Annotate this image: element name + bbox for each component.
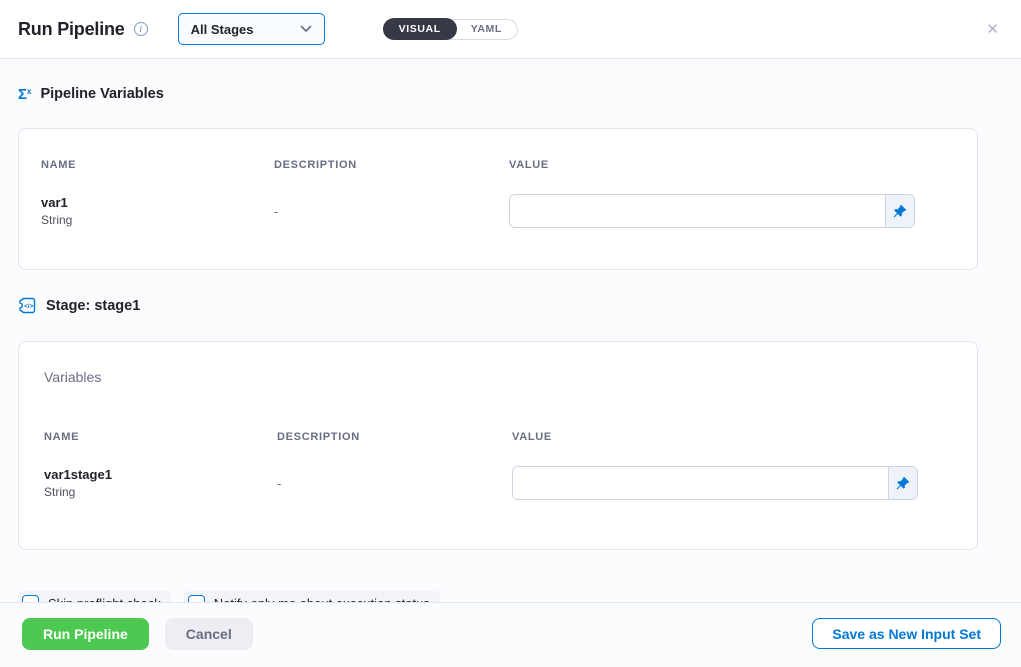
run-pipeline-button[interactable]: Run Pipeline — [22, 618, 149, 650]
table-row: var1 String - — [41, 194, 955, 228]
table-header: NAME DESCRIPTION VALUE — [41, 159, 955, 171]
column-header-name: NAME — [41, 159, 274, 171]
info-icon[interactable]: i — [134, 22, 148, 36]
notify-me-checkbox[interactable]: Notify only me about execution status — [184, 591, 440, 602]
variable-value-input[interactable] — [510, 195, 885, 227]
dialog-footer: Run Pipeline Cancel Save as New Input Se… — [0, 602, 1021, 667]
page-title: Run Pipeline — [18, 19, 125, 40]
cancel-button[interactable]: Cancel — [165, 618, 253, 650]
variable-description: - — [274, 204, 509, 219]
checkbox-icon[interactable] — [188, 595, 205, 602]
save-as-new-input-set-button[interactable]: Save as New Input Set — [812, 618, 1001, 649]
dialog-header: Run Pipeline i All Stages VISUAL YAML ✕ — [0, 0, 1021, 59]
custom-stage-icon: </> — [18, 297, 37, 314]
variable-value-group — [509, 194, 915, 228]
stage-variables-card: Variables NAME DESCRIPTION VALUE var1sta… — [18, 341, 978, 550]
pipeline-variables-title: Pipeline Variables — [40, 86, 163, 102]
skip-preflight-checkbox[interactable]: Skip preflight check — [18, 591, 171, 602]
pushpin-icon — [893, 204, 907, 218]
table-row: var1stage1 String - — [44, 466, 955, 500]
variable-type: String — [44, 485, 277, 499]
variable-value-group — [512, 466, 918, 500]
stage-heading: </> Stage: stage1 — [18, 297, 1021, 314]
sigma-variables-icon: Σx — [18, 87, 31, 102]
column-header-description: DESCRIPTION — [274, 159, 509, 171]
variable-description: - — [277, 476, 512, 491]
visual-yaml-toggle: VISUAL YAML — [383, 19, 518, 40]
pin-button[interactable] — [885, 195, 914, 227]
table-header: NAME DESCRIPTION VALUE — [44, 431, 955, 443]
toggle-yaml[interactable]: YAML — [456, 19, 517, 40]
pipeline-variables-heading: Σx Pipeline Variables — [18, 86, 1021, 102]
checkbox-icon[interactable] — [22, 595, 39, 602]
variable-name: var1stage1 — [44, 467, 277, 482]
variable-value-input[interactable] — [513, 467, 888, 499]
dialog-body: Σx Pipeline Variables NAME DESCRIPTION V… — [0, 59, 1021, 602]
column-header-name: NAME — [44, 431, 277, 443]
execution-options: Skip preflight check Notify only me abou… — [18, 591, 1021, 602]
column-header-description: DESCRIPTION — [277, 431, 512, 443]
pin-button[interactable] — [888, 467, 917, 499]
stage-title: Stage: stage1 — [46, 298, 140, 314]
variable-type: String — [41, 213, 274, 227]
pushpin-icon — [896, 476, 910, 490]
chevron-down-icon — [300, 25, 312, 33]
svg-text:</>: </> — [24, 303, 34, 310]
toggle-visual[interactable]: VISUAL — [383, 18, 457, 40]
variables-subheading: Variables — [44, 369, 955, 385]
variable-name: var1 — [41, 195, 274, 210]
column-header-value: VALUE — [509, 159, 915, 171]
close-icon[interactable]: ✕ — [982, 18, 1003, 41]
column-header-value: VALUE — [512, 431, 918, 443]
pipeline-variables-card: NAME DESCRIPTION VALUE var1 String - — [18, 128, 978, 270]
stage-filter-value: All Stages — [191, 22, 254, 37]
stage-filter-select[interactable]: All Stages — [178, 13, 325, 45]
